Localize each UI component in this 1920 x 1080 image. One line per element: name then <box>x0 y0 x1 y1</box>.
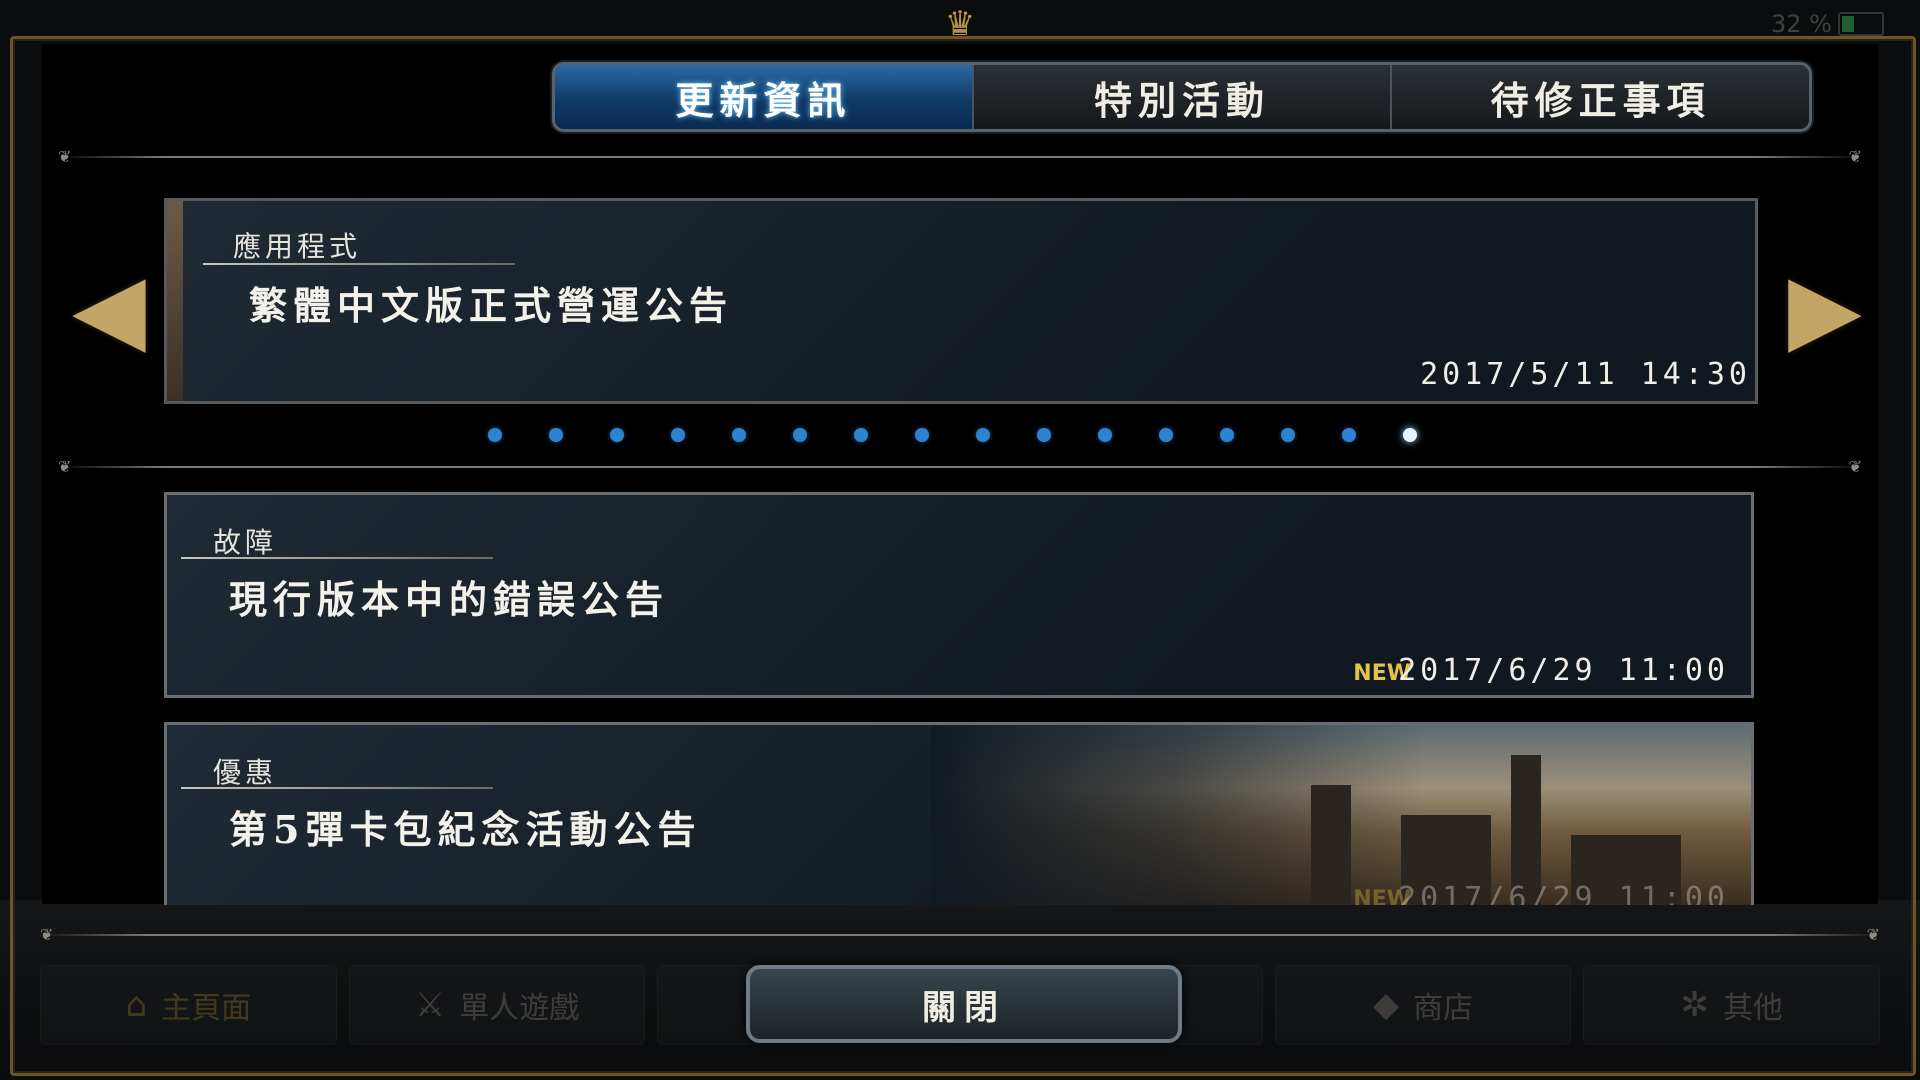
pagination-dot[interactable] <box>976 428 990 442</box>
pagination-dot[interactable] <box>732 428 746 442</box>
news-title: 繁體中文版正式營運公告 <box>249 283 734 328</box>
crest-ornament-icon: ♛ <box>944 4 976 44</box>
category-underline <box>203 263 515 265</box>
news-title: 第5彈卡包紀念活動公告 <box>229 807 702 852</box>
pagination-dot[interactable] <box>1403 428 1417 442</box>
pagination-dot[interactable] <box>1159 428 1173 442</box>
castle-banner-image <box>931 725 1751 905</box>
featured-news-card[interactable]: 應用程式 繁體中文版正式營運公告 2017/5/11 14:30 <box>164 198 1758 404</box>
next-arrow-icon[interactable]: ▶ <box>1788 248 1862 368</box>
divider-bottom: ❦ ❦ <box>40 925 1880 944</box>
category-underline <box>181 557 493 559</box>
tab-bar: 更新資訊 特別活動 待修正事項 <box>552 62 1812 132</box>
news-title: 現行版本中的錯誤公告 <box>229 577 670 622</box>
battery-text: 32 % <box>1771 10 1832 38</box>
card-accent-bar <box>167 201 183 401</box>
pagination-dot[interactable] <box>915 428 929 442</box>
news-category: 應用程式 <box>233 230 362 263</box>
battery-status: 32 % <box>1771 10 1884 38</box>
divider-middle: ❦ ❦ <box>58 457 1862 476</box>
news-category: 優惠 <box>213 756 278 789</box>
category-underline <box>181 787 493 789</box>
pagination-dot[interactable] <box>488 428 502 442</box>
pagination-dot[interactable] <box>671 428 685 442</box>
pagination-dot[interactable] <box>1220 428 1234 442</box>
news-list-item[interactable]: 故障 現行版本中的錯誤公告 NEW 2017/6/29 11:00 <box>164 492 1754 698</box>
close-button[interactable]: 關閉 <box>746 965 1182 1043</box>
tab-update-info[interactable]: 更新資訊 <box>555 65 974 129</box>
news-date: 2017/5/11 14:30 <box>1420 357 1751 392</box>
pagination-dots <box>488 428 1464 442</box>
tab-special-events[interactable]: 特別活動 <box>974 65 1393 129</box>
news-date: 2017/6/29 11:00 <box>1398 653 1729 688</box>
pagination-dot[interactable] <box>1037 428 1051 442</box>
news-list-item[interactable]: 優惠 第5彈卡包紀念活動公告 NEW 2017/6/29 11:00 <box>164 722 1754 905</box>
pagination-dot[interactable] <box>793 428 807 442</box>
divider-top: ❦ ❦ <box>58 147 1862 166</box>
news-date: 2017/6/29 11:00 <box>1398 881 1729 905</box>
battery-icon <box>1838 12 1884 36</box>
battery-fill <box>1842 16 1854 32</box>
tab-pending-fixes[interactable]: 待修正事項 <box>1392 65 1809 129</box>
pagination-dot[interactable] <box>1342 428 1356 442</box>
pagination-dot[interactable] <box>1281 428 1295 442</box>
pagination-dot[interactable] <box>610 428 624 442</box>
pagination-dot[interactable] <box>549 428 563 442</box>
news-category: 故障 <box>213 526 278 559</box>
prev-arrow-icon[interactable]: ◀ <box>72 248 146 368</box>
pagination-dot[interactable] <box>1098 428 1112 442</box>
pagination-dot[interactable] <box>854 428 868 442</box>
